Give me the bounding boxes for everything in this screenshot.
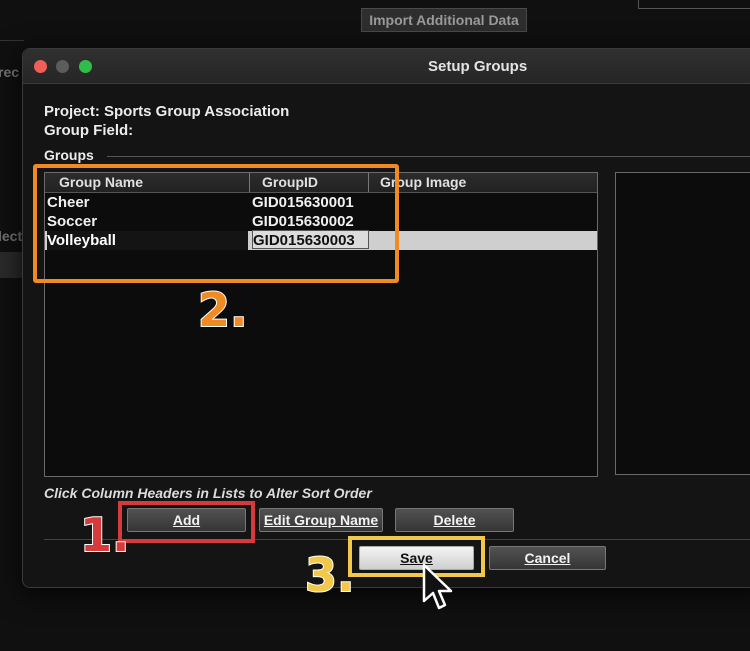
step-1-number: 1. [79, 508, 131, 562]
import-additional-data-button[interactable]: Import Additional Data [361, 8, 527, 32]
minimize-icon[interactable] [56, 60, 69, 73]
footer-divider [44, 539, 750, 540]
section-divider [107, 156, 750, 157]
table-row[interactable]: Soccer GID015630002 [45, 212, 597, 231]
background-control [0, 252, 24, 278]
group-image-preview [615, 172, 750, 475]
group-id-cell[interactable]: GID015630002 [252, 212, 369, 231]
groups-table: Group Name GroupID Group Image Cheer GID… [44, 172, 598, 477]
background-divider [0, 40, 24, 41]
group-name-cell[interactable]: Soccer [47, 212, 248, 231]
column-header-group-name[interactable]: Group Name [45, 173, 250, 192]
close-icon[interactable] [34, 60, 47, 73]
step-3-number: 3. [304, 548, 356, 602]
project-label: Project: Sports Group Association [44, 103, 290, 120]
table-header: Group Name GroupID Group Image [45, 173, 597, 193]
table-row-selected[interactable]: Volleyball GID015630003 [45, 230, 597, 250]
setup-groups-dialog: Setup Groups Project: Sports Group Assoc… [22, 48, 750, 588]
add-button[interactable]: Add [127, 508, 246, 532]
background-label-fragment: rec [0, 64, 20, 80]
cancel-button[interactable]: Cancel [489, 546, 606, 570]
group-name-cell[interactable]: Cheer [47, 193, 248, 212]
dialog-title: Setup Groups [428, 58, 528, 75]
column-header-group-image[interactable]: Group Image [369, 173, 597, 192]
sort-hint-text: Click Column Headers in Lists to Alter S… [44, 485, 372, 501]
group-id-cell[interactable]: GID015630001 [252, 193, 369, 212]
step-2-number: 2. [197, 283, 249, 337]
mouse-pointer-icon [422, 563, 453, 610]
delete-button[interactable]: Delete [395, 508, 514, 532]
group-id-cell[interactable]: GID015630003 [252, 230, 369, 249]
background-panel-edge [638, 0, 750, 9]
maximize-icon[interactable] [79, 60, 92, 73]
table-row[interactable]: Cheer GID015630001 [45, 193, 597, 212]
group-field-label: Group Field: [44, 122, 134, 139]
group-name-cell-editing[interactable]: Volleyball [47, 231, 248, 250]
title-bar: Setup Groups [23, 49, 750, 84]
background-label-fragment: lect [0, 228, 23, 244]
edit-group-name-button[interactable]: Edit Group Name [259, 508, 383, 532]
column-header-group-id[interactable]: GroupID [250, 173, 369, 192]
groups-section-label: Groups [44, 147, 94, 163]
